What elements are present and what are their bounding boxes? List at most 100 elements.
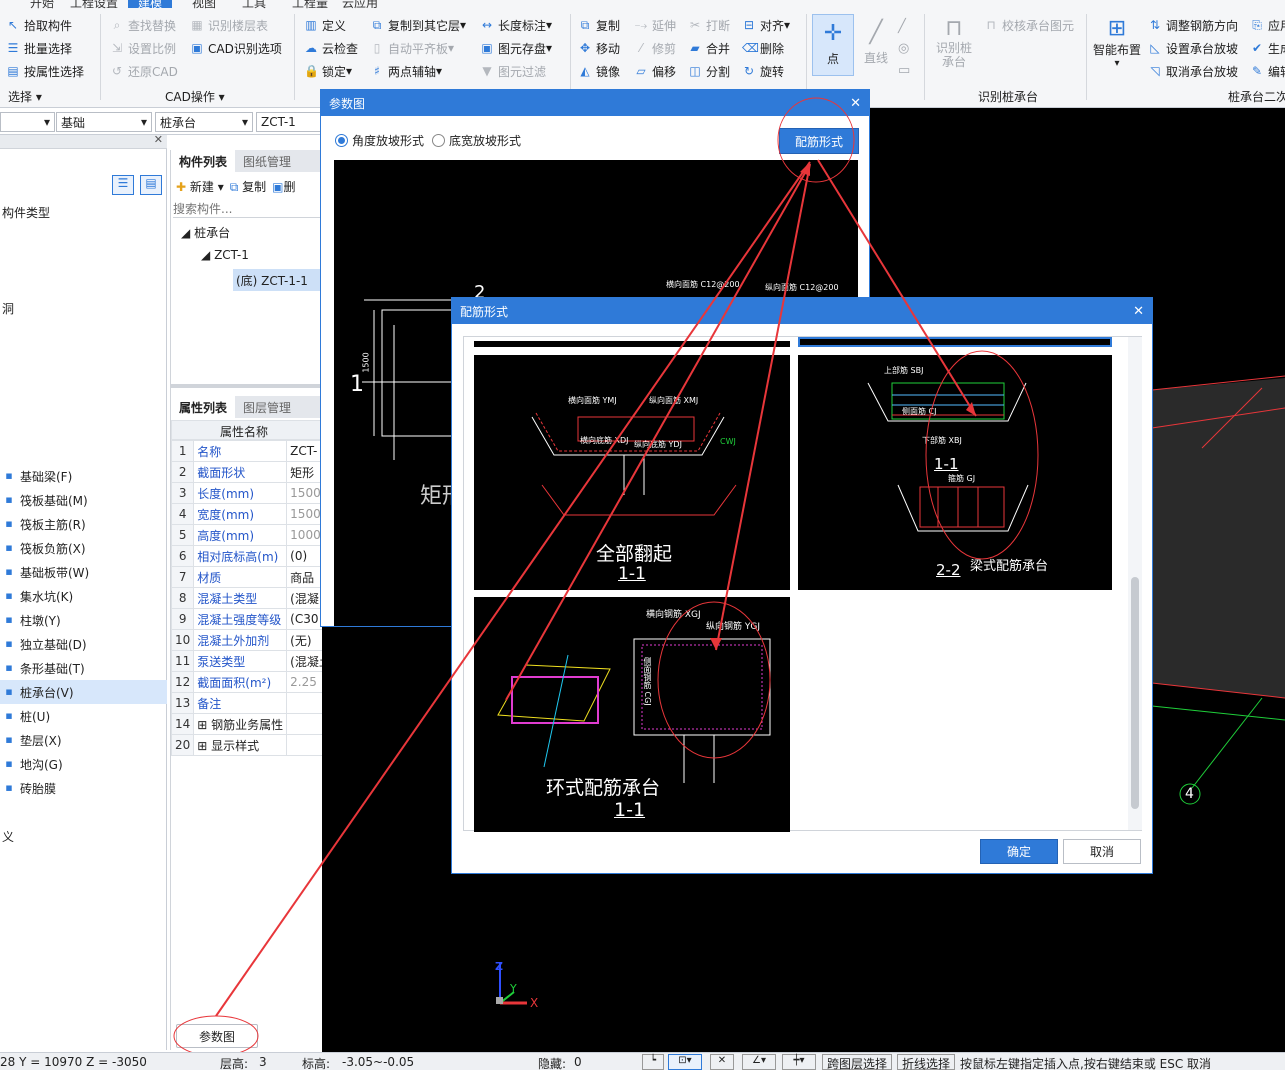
angle-icon[interactable]: ∠▾ xyxy=(742,1054,776,1070)
edit-button[interactable]: ✎ 编辑 xyxy=(1250,61,1285,81)
offset-button[interactable]: ▱ 偏移 xyxy=(634,61,676,81)
select-group-label[interactable]: 选择 ▾ xyxy=(8,88,42,105)
type-combo[interactable]: 基础 ▾ xyxy=(56,112,152,132)
rotate-button[interactable]: ↻ 旋转 xyxy=(742,61,784,81)
element-filter-button[interactable]: ▼ 图元过滤 xyxy=(480,61,546,81)
cross-layer-select-button[interactable]: 跨图层选择 xyxy=(822,1054,893,1071)
tab-drawing-manage[interactable]: 图纸管理 xyxy=(235,150,300,172)
restore-cad-button[interactable]: ↺ 还原CAD xyxy=(110,61,178,81)
break-button[interactable]: ✂ 打断 xyxy=(688,15,730,35)
detail-view-icon[interactable]: ▤ xyxy=(140,175,162,195)
align-button[interactable]: ⊟ 对齐 ▾ xyxy=(742,15,790,35)
menu-tab-view[interactable]: 视图 xyxy=(182,0,226,10)
auto-align-slab-button[interactable]: ▯ 自动平齐板 ▾ xyxy=(370,38,454,58)
nav-item[interactable]: ▪ 筏板负筋(X) xyxy=(0,536,167,560)
menu-tab-quantity[interactable]: 工程量 xyxy=(282,0,338,10)
mirror-button[interactable]: ◭ 镜像 xyxy=(578,61,620,81)
cloud-check-button[interactable]: ☁ 云检查 xyxy=(304,38,358,58)
cancel-button[interactable]: 取消 xyxy=(1063,839,1141,864)
length-dim-button[interactable]: ↔ 长度标注 ▾ xyxy=(480,15,552,35)
find-replace-button[interactable]: ⌕ 查找替换 xyxy=(110,15,176,35)
ortho-toggle-icon[interactable]: ┕ xyxy=(642,1054,664,1070)
nav-item[interactable]: ▪ 柱墩(Y) xyxy=(0,608,167,632)
nav-item[interactable]: 义 xyxy=(0,824,167,848)
nav-item[interactable]: ▪ 独立基础(D) xyxy=(0,632,167,656)
cancel-slope-button[interactable]: ◹ 取消承台放坡 xyxy=(1148,61,1238,81)
copy-button[interactable]: ⧉ 复制 xyxy=(578,15,620,35)
ok-button[interactable]: 确定 xyxy=(980,839,1058,864)
list-view-icon[interactable]: ☰ xyxy=(112,175,134,195)
scrollbar-thumb[interactable] xyxy=(1131,577,1139,809)
rebar-option-full-turnup[interactable]: 横向面筋 YMJ 纵向面筋 XMJ 横向底筋 XDJ 纵向底筋 YDJ CWJ … xyxy=(474,355,790,590)
rebar-form-button[interactable]: 配筋形式 xyxy=(779,128,859,154)
delete-component-button[interactable]: ▣删 xyxy=(272,178,295,195)
nav-item[interactable]: ▪ 基础梁(F) xyxy=(0,464,167,488)
rebar-option-ring-type[interactable]: 横向钢筋 XGJ 纵向钢筋 YGJ 侧面钢筋 CGJ 环式配筋承台 1-1 xyxy=(474,597,790,832)
nav-item[interactable]: ▪ 桩(U) xyxy=(0,704,167,728)
cad-options-button[interactable]: ▣ CAD识别选项 xyxy=(190,38,282,58)
nav-item[interactable]: ▪ 垫层(X) xyxy=(0,728,167,752)
nav-item[interactable]: 构件类型 xyxy=(0,200,167,224)
nav-item[interactable]: ▪ 集水坑(K) xyxy=(0,584,167,608)
adjust-rebar-dir-button[interactable]: ⇅ 调整钢筋方向 xyxy=(1148,15,1238,35)
save-element-button[interactable]: ▣ 图元存盘 ▾ xyxy=(480,38,552,58)
move-button[interactable]: ✥ 移动 xyxy=(578,38,620,58)
expand-icon[interactable]: ⊞ xyxy=(197,739,211,753)
menu-tab-model[interactable]: 建模 xyxy=(128,0,173,10)
pick-component-button[interactable]: ↖ 拾取构件 xyxy=(6,15,72,35)
batch-select-button[interactable]: ☰ 批量选择 xyxy=(6,38,72,58)
copy-component-button[interactable]: ⧉ 复制 xyxy=(230,178,266,195)
verify-pilecap-button[interactable]: ⊓ 校核承台图元 xyxy=(984,15,1074,35)
menu-tab-cloud[interactable]: 云应用 xyxy=(332,0,388,10)
component-combo[interactable]: ZCT-1 xyxy=(256,112,325,132)
rebar-option-beam-type[interactable]: 上部筋 SBJ 侧面筋 CJ 下部筋 XBJ 箍筋 GJ 1-1 2-2 梁式配… xyxy=(798,355,1112,590)
panel-splitter[interactable] xyxy=(171,384,323,388)
cross-snap-icon[interactable]: ✕ xyxy=(710,1054,734,1070)
radio-angle-slope[interactable]: 角度放坡形式 xyxy=(335,132,424,149)
tree-leaf-selected[interactable]: (底) ZCT-1-1 xyxy=(233,269,323,291)
category-combo[interactable]: ▾ xyxy=(0,112,55,132)
gallery-scrollbar[interactable] xyxy=(1128,337,1142,830)
menu-tab-tools[interactable]: 工具 xyxy=(232,0,276,10)
polyline-select-button[interactable]: 折线选择 xyxy=(897,1054,956,1071)
lock-button[interactable]: 🔒 锁定 ▾ xyxy=(304,61,352,81)
draw-point-button[interactable]: ✛ 点 xyxy=(812,14,854,76)
tab-property-list[interactable]: 属性列表 xyxy=(171,396,236,418)
nav-item[interactable]: ▪ 条形基础(T) xyxy=(0,656,167,680)
cad-group-label[interactable]: CAD操作 ▾ xyxy=(165,88,225,105)
nav-item[interactable] xyxy=(0,224,167,248)
radio-bottom-width-slope[interactable]: 底宽放坡形式 xyxy=(432,132,521,149)
gallery-tile-partial[interactable] xyxy=(474,341,790,347)
close-icon[interactable]: ✕ xyxy=(154,133,163,146)
set-ratio-button[interactable]: ⇲ 设置比例 xyxy=(110,38,176,58)
tree-child[interactable]: ◢ ZCT-1 xyxy=(201,248,249,262)
snap-toggle-icon[interactable]: ⊡▾ xyxy=(668,1054,702,1070)
menu-tab-start[interactable]: 开始 xyxy=(20,0,64,10)
nav-item[interactable]: ▪ 地沟(G) xyxy=(0,752,167,776)
extend-button[interactable]: ⤍ 延伸 xyxy=(634,15,676,35)
split-button[interactable]: ◫ 分割 xyxy=(688,61,730,81)
nav-item[interactable]: ▪ 砖胎膜 xyxy=(0,776,167,800)
nav-item[interactable]: ▪ 筏板主筋(R) xyxy=(0,512,167,536)
arc-tools[interactable]: ╱ ◎ ▭ xyxy=(898,16,910,82)
offset-toggle-icon[interactable]: ┿▾ xyxy=(782,1054,816,1070)
nav-item[interactable]: ▪ 筏板基础(M) xyxy=(0,488,167,512)
generate-button[interactable]: ✔ 生成 xyxy=(1250,38,1285,58)
param-diagram-button[interactable]: 参数图 xyxy=(176,1024,258,1048)
two-point-axis-button[interactable]: ♯ 两点辅轴 ▾ xyxy=(370,61,442,81)
new-button[interactable]: ✚ 新建 ▾ xyxy=(176,178,224,195)
tab-layer-manage[interactable]: 图层管理 xyxy=(235,396,300,418)
copy-to-layer-button[interactable]: ⧉ 复制到其它层 ▾ xyxy=(370,15,466,35)
close-icon[interactable]: ✕ xyxy=(1133,304,1152,319)
tab-component-list[interactable]: 构件列表 xyxy=(171,150,236,172)
recognize-pilecap-button[interactable]: ⊓ 识别桩承台 xyxy=(932,16,976,69)
delete-button[interactable]: ⌫ 删除 xyxy=(742,38,784,58)
merge-button[interactable]: ▰ 合并 xyxy=(688,38,730,58)
draw-line-button[interactable]: ╱ 直线 xyxy=(858,14,894,76)
set-slope-button[interactable]: ◺ 设置承台放坡 xyxy=(1148,38,1238,58)
select-by-property-button[interactable]: ▤ 按属性选择 xyxy=(6,61,84,81)
gallery-tile-partial-selected[interactable] xyxy=(798,337,1112,347)
smart-layout-button[interactable]: ⊞ 智能布置 ▾ xyxy=(1092,16,1142,69)
trim-button[interactable]: ⁄ 修剪 xyxy=(634,38,676,58)
expand-icon[interactable]: ⊞ xyxy=(197,718,211,732)
